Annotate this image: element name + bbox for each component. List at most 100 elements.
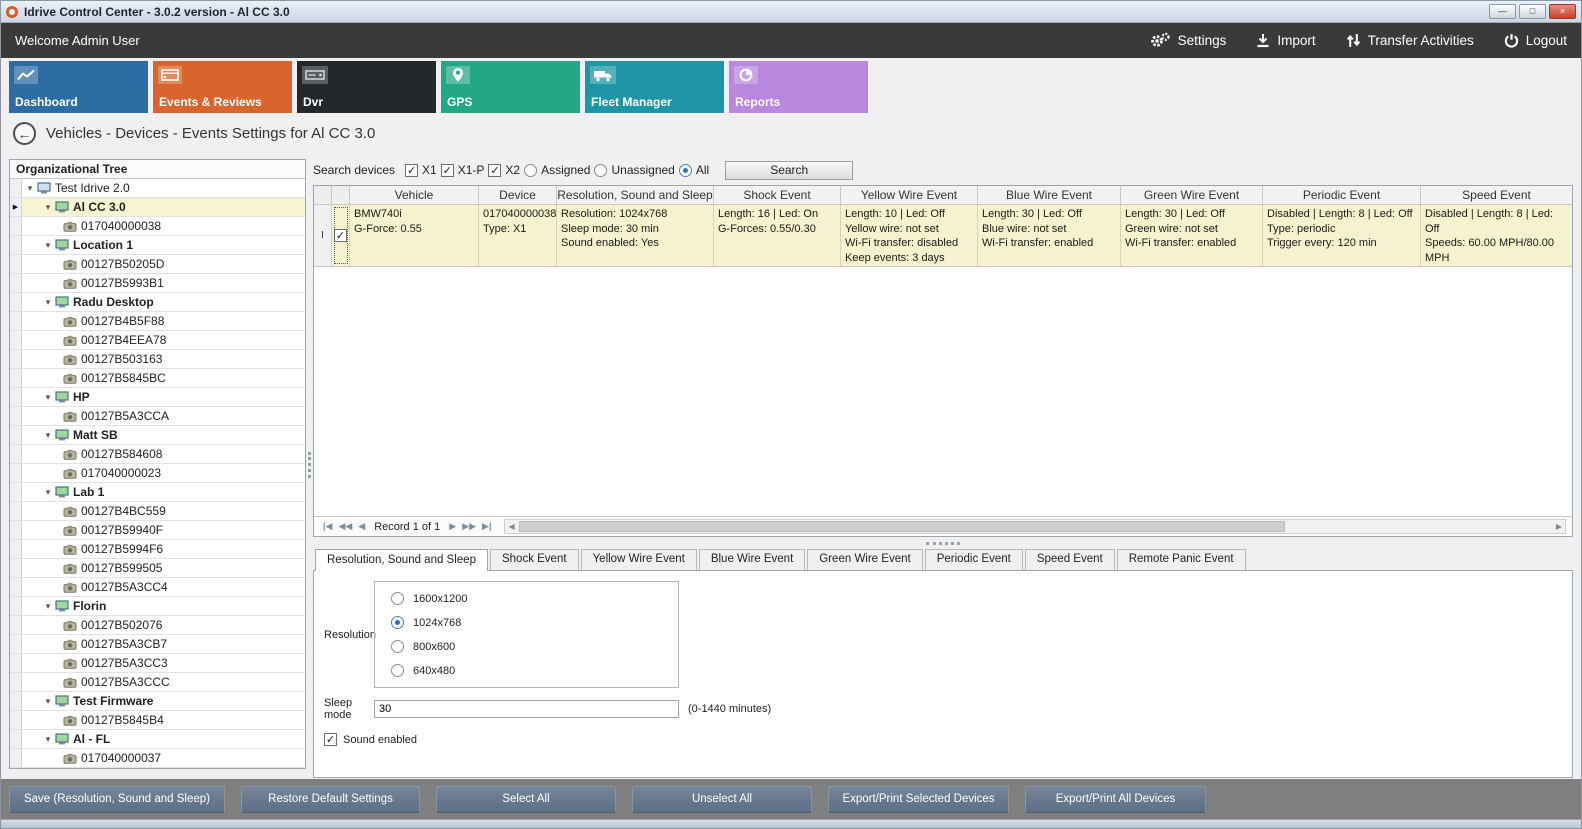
last-record-button[interactable]: ▶| — [479, 521, 494, 532]
tab-periodic-event[interactable]: Periodic Event — [925, 549, 1023, 570]
prev-page-button[interactable]: ◀◀ — [335, 521, 355, 532]
expander-icon[interactable]: ▾ — [42, 487, 54, 498]
next-page-button[interactable]: ▶▶ — [459, 521, 479, 532]
row-select-cell[interactable]: ✓ — [332, 205, 350, 266]
tree-item-lab-1[interactable]: ▾Lab 1 — [10, 483, 305, 502]
checkbox-icon[interactable]: ✓ — [441, 164, 454, 177]
topbar-settings-button[interactable]: Settings — [1149, 32, 1227, 49]
radio-icon[interactable] — [391, 616, 404, 629]
tree-item-florin[interactable]: ▾Florin — [10, 597, 305, 616]
tree-item-00127b4bc559[interactable]: 00127B4BC559 — [10, 502, 305, 521]
scrollbar-thumb[interactable] — [519, 521, 1285, 532]
radio-icon[interactable] — [524, 164, 537, 177]
footer-button-save-resolution-sound-and-sleep[interactable]: Save (Resolution, Sound and Sleep) — [9, 786, 225, 813]
tree-item-00127b5993b1[interactable]: 00127B5993B1 — [10, 274, 305, 293]
tree-item-00127b5a3ccc[interactable]: 00127B5A3CCC — [10, 673, 305, 692]
first-record-button[interactable]: |◀ — [320, 521, 335, 532]
nav-tile-fleet-manager[interactable]: Fleet Manager — [585, 61, 724, 113]
row-checkbox-icon[interactable]: ✓ — [334, 229, 347, 242]
tree-item-00127b584608[interactable]: 00127B584608 — [10, 445, 305, 464]
tree-item-location-1[interactable]: ▾Location 1 — [10, 236, 305, 255]
device-type-filter-x2[interactable]: ✓X2 — [488, 163, 520, 177]
resolution-option-1024x768[interactable]: 1024x768 — [391, 616, 672, 629]
expander-icon[interactable]: ▾ — [42, 240, 54, 251]
sleep-mode-input[interactable] — [374, 700, 679, 718]
scrollbar-track[interactable] — [518, 520, 1553, 533]
resolution-option-800x600[interactable]: 800x600 — [391, 640, 672, 653]
tree-item-00127b50205d[interactable]: 00127B50205D — [10, 255, 305, 274]
footer-button-restore-default-settings[interactable]: Restore Default Settings — [241, 786, 420, 813]
footer-button-export-print-all-devices[interactable]: Export/Print All Devices — [1025, 786, 1206, 813]
assignment-filter-assigned[interactable]: Assigned — [524, 163, 590, 177]
tree-item-hp[interactable]: ▾HP — [10, 388, 305, 407]
tree-item-matt-sb[interactable]: ▾Matt SB — [10, 426, 305, 445]
maximize-button[interactable]: □ — [1519, 4, 1546, 19]
back-button[interactable]: ← — [13, 122, 36, 145]
tree-item-00127b4eea78[interactable]: 00127B4EEA78 — [10, 331, 305, 350]
close-button[interactable]: × — [1549, 4, 1576, 19]
tree-item-test-idrive-2-0[interactable]: ▾Test Idrive 2.0 — [10, 179, 305, 198]
tree-item-00127b5845bc[interactable]: 00127B5845BC — [10, 369, 305, 388]
search-button[interactable]: Search — [725, 161, 853, 180]
column-header-device[interactable]: Device — [479, 186, 557, 204]
tree-item-00127b5a3cca[interactable]: 00127B5A3CCA — [10, 407, 305, 426]
tree-item-test-firmware[interactable]: ▾Test Firmware — [10, 692, 305, 711]
scroll-right-icon[interactable]: ▶ — [1553, 522, 1565, 531]
tree-item-00127b5994f6[interactable]: 00127B5994F6 — [10, 540, 305, 559]
next-record-button[interactable]: ▶ — [446, 521, 459, 532]
tree-item-00127b5a3cc3[interactable]: 00127B5A3CC3 — [10, 654, 305, 673]
tree-item-00127b502076[interactable]: 00127B502076 — [10, 616, 305, 635]
tree-item-017040000037[interactable]: 017040000037 — [10, 749, 305, 768]
tree-item-00127b59940f[interactable]: 00127B59940F — [10, 521, 305, 540]
topbar-transfer-activities-button[interactable]: Transfer Activities — [1346, 33, 1474, 48]
expander-icon[interactable]: ▾ — [42, 430, 54, 441]
tree-item-00127b4b5f88[interactable]: 00127B4B5F88 — [10, 312, 305, 331]
scroll-left-icon[interactable]: ◀ — [505, 522, 517, 531]
prev-record-button[interactable]: ◀ — [355, 521, 368, 532]
expander-icon[interactable]: ▾ — [42, 202, 54, 213]
radio-icon[interactable] — [391, 640, 404, 653]
nav-tile-dashboard[interactable]: Dashboard — [9, 61, 148, 113]
tree-item-00127b503163[interactable]: 00127B503163 — [10, 350, 305, 369]
assignment-filter-unassigned[interactable]: Unassigned — [594, 163, 674, 177]
expander-icon[interactable]: ▾ — [42, 601, 54, 612]
footer-button-export-print-selected-devices[interactable]: Export/Print Selected Devices — [828, 786, 1009, 813]
column-header-yellow-wire-event[interactable]: Yellow Wire Event — [841, 186, 978, 204]
tab-resolution-sound-and-sleep[interactable]: Resolution, Sound and Sleep — [315, 549, 488, 571]
checkbox-icon[interactable]: ✓ — [488, 164, 501, 177]
device-type-filter-x1[interactable]: ✓X1 — [405, 163, 437, 177]
radio-icon[interactable] — [391, 592, 404, 605]
nav-tile-dvr[interactable]: Dvr — [297, 61, 436, 113]
sound-enabled-checkbox[interactable]: ✓ — [324, 733, 337, 746]
device-type-filter-x1-p[interactable]: ✓X1-P — [441, 163, 485, 177]
tab-green-wire-event[interactable]: Green Wire Event — [807, 549, 922, 570]
column-header-resolution-sound-and-sleep[interactable]: Resolution, Sound and Sleep — [557, 186, 714, 204]
expander-icon[interactable]: ▾ — [42, 392, 54, 403]
nav-tile-gps[interactable]: GPS — [441, 61, 580, 113]
tree-item-00127b599505[interactable]: 00127B599505 — [10, 559, 305, 578]
tree-item-al-cc-3-0[interactable]: ▶▾Al CC 3.0 — [10, 198, 305, 217]
nav-tile-events-reviews[interactable]: Events & Reviews — [153, 61, 292, 113]
minimize-button[interactable]: — — [1489, 4, 1516, 19]
expander-icon[interactable]: ▾ — [42, 734, 54, 745]
tab-yellow-wire-event[interactable]: Yellow Wire Event — [581, 549, 697, 570]
vertical-splitter[interactable] — [306, 151, 313, 779]
assignment-filter-all[interactable]: All — [679, 163, 709, 177]
tree-item-00127b5a3cb7[interactable]: 00127B5A3CB7 — [10, 635, 305, 654]
tab-remote-panic-event[interactable]: Remote Panic Event — [1117, 549, 1246, 570]
tree-item-al-fl[interactable]: ▾Al - FL — [10, 730, 305, 749]
column-header-vehicle[interactable]: Vehicle — [350, 186, 479, 204]
column-header-periodic-event[interactable]: Periodic Event — [1263, 186, 1421, 204]
horizontal-splitter[interactable] — [313, 537, 1573, 549]
footer-button-select-all[interactable]: Select All — [436, 786, 616, 813]
tree-item-00127b5845b4[interactable]: 00127B5845B4 — [10, 711, 305, 730]
footer-button-unselect-all[interactable]: Unselect All — [632, 786, 812, 813]
expander-icon[interactable]: ▾ — [42, 696, 54, 707]
tab-speed-event[interactable]: Speed Event — [1025, 549, 1115, 570]
nav-tile-reports[interactable]: Reports — [729, 61, 868, 113]
tree-item-017040000038[interactable]: 017040000038 — [10, 217, 305, 236]
radio-icon[interactable] — [391, 664, 404, 677]
device-row[interactable]: I✓BMW740i G-Force: 0.55017040000038 Type… — [314, 205, 1572, 267]
tab-blue-wire-event[interactable]: Blue Wire Event — [699, 549, 805, 570]
column-header-shock-event[interactable]: Shock Event — [714, 186, 841, 204]
